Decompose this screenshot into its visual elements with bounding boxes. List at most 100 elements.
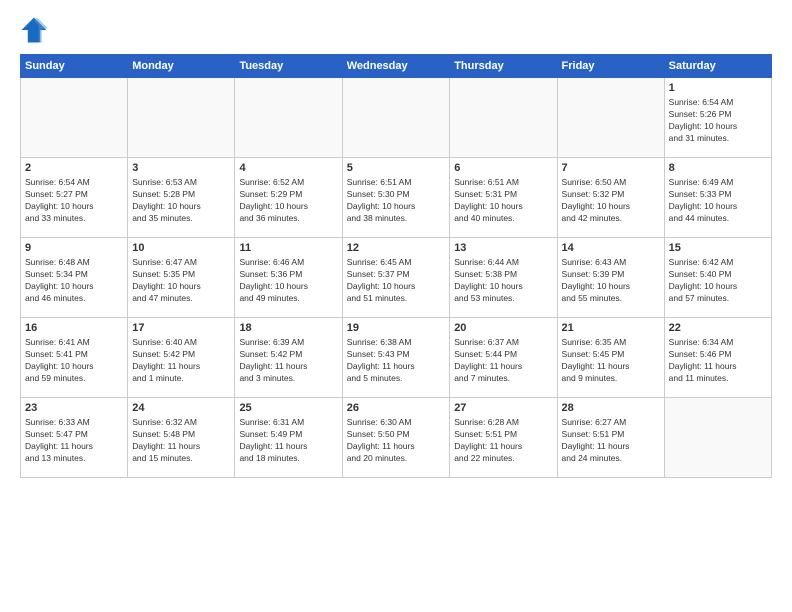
day-info: Sunrise: 6:32 AM Sunset: 5:48 PM Dayligh… bbox=[132, 417, 230, 465]
day-info: Sunrise: 6:53 AM Sunset: 5:28 PM Dayligh… bbox=[132, 177, 230, 225]
day-info: Sunrise: 6:34 AM Sunset: 5:46 PM Dayligh… bbox=[669, 337, 767, 385]
header bbox=[20, 16, 772, 44]
day-number: 16 bbox=[25, 321, 123, 336]
calendar-cell bbox=[21, 78, 128, 158]
day-info: Sunrise: 6:51 AM Sunset: 5:31 PM Dayligh… bbox=[454, 177, 552, 225]
day-number: 7 bbox=[562, 161, 660, 176]
calendar-week-row: 2Sunrise: 6:54 AM Sunset: 5:27 PM Daylig… bbox=[21, 158, 772, 238]
day-number: 4 bbox=[239, 161, 337, 176]
day-info: Sunrise: 6:54 AM Sunset: 5:26 PM Dayligh… bbox=[669, 97, 767, 145]
calendar-cell: 1Sunrise: 6:54 AM Sunset: 5:26 PM Daylig… bbox=[664, 78, 771, 158]
day-number: 27 bbox=[454, 401, 552, 416]
day-info: Sunrise: 6:50 AM Sunset: 5:32 PM Dayligh… bbox=[562, 177, 660, 225]
day-number: 20 bbox=[454, 321, 552, 336]
day-info: Sunrise: 6:39 AM Sunset: 5:42 PM Dayligh… bbox=[239, 337, 337, 385]
day-info: Sunrise: 6:48 AM Sunset: 5:34 PM Dayligh… bbox=[25, 257, 123, 305]
day-number: 25 bbox=[239, 401, 337, 416]
calendar-cell: 19Sunrise: 6:38 AM Sunset: 5:43 PM Dayli… bbox=[342, 318, 449, 398]
day-number: 28 bbox=[562, 401, 660, 416]
day-info: Sunrise: 6:41 AM Sunset: 5:41 PM Dayligh… bbox=[25, 337, 123, 385]
day-info: Sunrise: 6:47 AM Sunset: 5:35 PM Dayligh… bbox=[132, 257, 230, 305]
day-info: Sunrise: 6:51 AM Sunset: 5:30 PM Dayligh… bbox=[347, 177, 445, 225]
calendar-cell: 22Sunrise: 6:34 AM Sunset: 5:46 PM Dayli… bbox=[664, 318, 771, 398]
calendar-cell: 9Sunrise: 6:48 AM Sunset: 5:34 PM Daylig… bbox=[21, 238, 128, 318]
calendar-cell: 2Sunrise: 6:54 AM Sunset: 5:27 PM Daylig… bbox=[21, 158, 128, 238]
calendar-week-row: 23Sunrise: 6:33 AM Sunset: 5:47 PM Dayli… bbox=[21, 398, 772, 478]
calendar-cell: 18Sunrise: 6:39 AM Sunset: 5:42 PM Dayli… bbox=[235, 318, 342, 398]
calendar-cell bbox=[664, 398, 771, 478]
calendar-cell: 25Sunrise: 6:31 AM Sunset: 5:49 PM Dayli… bbox=[235, 398, 342, 478]
calendar-cell bbox=[235, 78, 342, 158]
calendar-cell: 5Sunrise: 6:51 AM Sunset: 5:30 PM Daylig… bbox=[342, 158, 449, 238]
calendar-cell: 11Sunrise: 6:46 AM Sunset: 5:36 PM Dayli… bbox=[235, 238, 342, 318]
col-saturday: Saturday bbox=[664, 55, 771, 78]
day-number: 21 bbox=[562, 321, 660, 336]
day-number: 5 bbox=[347, 161, 445, 176]
day-number: 23 bbox=[25, 401, 123, 416]
day-number: 1 bbox=[669, 81, 767, 96]
logo-icon bbox=[20, 16, 48, 44]
calendar-cell: 13Sunrise: 6:44 AM Sunset: 5:38 PM Dayli… bbox=[450, 238, 557, 318]
calendar-cell: 6Sunrise: 6:51 AM Sunset: 5:31 PM Daylig… bbox=[450, 158, 557, 238]
day-info: Sunrise: 6:31 AM Sunset: 5:49 PM Dayligh… bbox=[239, 417, 337, 465]
day-number: 11 bbox=[239, 241, 337, 256]
calendar-cell: 4Sunrise: 6:52 AM Sunset: 5:29 PM Daylig… bbox=[235, 158, 342, 238]
calendar-cell: 28Sunrise: 6:27 AM Sunset: 5:51 PM Dayli… bbox=[557, 398, 664, 478]
col-sunday: Sunday bbox=[21, 55, 128, 78]
calendar-cell bbox=[342, 78, 449, 158]
day-info: Sunrise: 6:27 AM Sunset: 5:51 PM Dayligh… bbox=[562, 417, 660, 465]
day-number: 9 bbox=[25, 241, 123, 256]
day-number: 17 bbox=[132, 321, 230, 336]
col-monday: Monday bbox=[128, 55, 235, 78]
calendar-cell: 27Sunrise: 6:28 AM Sunset: 5:51 PM Dayli… bbox=[450, 398, 557, 478]
calendar-header-row: Sunday Monday Tuesday Wednesday Thursday… bbox=[21, 55, 772, 78]
day-number: 2 bbox=[25, 161, 123, 176]
day-info: Sunrise: 6:44 AM Sunset: 5:38 PM Dayligh… bbox=[454, 257, 552, 305]
calendar-cell: 10Sunrise: 6:47 AM Sunset: 5:35 PM Dayli… bbox=[128, 238, 235, 318]
calendar-week-row: 1Sunrise: 6:54 AM Sunset: 5:26 PM Daylig… bbox=[21, 78, 772, 158]
day-number: 14 bbox=[562, 241, 660, 256]
day-number: 26 bbox=[347, 401, 445, 416]
calendar-cell: 14Sunrise: 6:43 AM Sunset: 5:39 PM Dayli… bbox=[557, 238, 664, 318]
day-info: Sunrise: 6:46 AM Sunset: 5:36 PM Dayligh… bbox=[239, 257, 337, 305]
day-number: 10 bbox=[132, 241, 230, 256]
calendar-cell bbox=[557, 78, 664, 158]
day-info: Sunrise: 6:28 AM Sunset: 5:51 PM Dayligh… bbox=[454, 417, 552, 465]
calendar-cell: 3Sunrise: 6:53 AM Sunset: 5:28 PM Daylig… bbox=[128, 158, 235, 238]
calendar-cell: 15Sunrise: 6:42 AM Sunset: 5:40 PM Dayli… bbox=[664, 238, 771, 318]
calendar-cell: 23Sunrise: 6:33 AM Sunset: 5:47 PM Dayli… bbox=[21, 398, 128, 478]
day-number: 6 bbox=[454, 161, 552, 176]
day-info: Sunrise: 6:30 AM Sunset: 5:50 PM Dayligh… bbox=[347, 417, 445, 465]
day-info: Sunrise: 6:37 AM Sunset: 5:44 PM Dayligh… bbox=[454, 337, 552, 385]
calendar-cell: 26Sunrise: 6:30 AM Sunset: 5:50 PM Dayli… bbox=[342, 398, 449, 478]
calendar-cell: 24Sunrise: 6:32 AM Sunset: 5:48 PM Dayli… bbox=[128, 398, 235, 478]
day-number: 18 bbox=[239, 321, 337, 336]
day-number: 8 bbox=[669, 161, 767, 176]
calendar-cell: 20Sunrise: 6:37 AM Sunset: 5:44 PM Dayli… bbox=[450, 318, 557, 398]
calendar-cell: 16Sunrise: 6:41 AM Sunset: 5:41 PM Dayli… bbox=[21, 318, 128, 398]
calendar-cell bbox=[128, 78, 235, 158]
day-info: Sunrise: 6:40 AM Sunset: 5:42 PM Dayligh… bbox=[132, 337, 230, 385]
col-thursday: Thursday bbox=[450, 55, 557, 78]
day-info: Sunrise: 6:35 AM Sunset: 5:45 PM Dayligh… bbox=[562, 337, 660, 385]
calendar-cell: 7Sunrise: 6:50 AM Sunset: 5:32 PM Daylig… bbox=[557, 158, 664, 238]
day-number: 22 bbox=[669, 321, 767, 336]
page: Sunday Monday Tuesday Wednesday Thursday… bbox=[0, 0, 792, 612]
calendar-cell: 8Sunrise: 6:49 AM Sunset: 5:33 PM Daylig… bbox=[664, 158, 771, 238]
calendar-week-row: 9Sunrise: 6:48 AM Sunset: 5:34 PM Daylig… bbox=[21, 238, 772, 318]
calendar-cell: 21Sunrise: 6:35 AM Sunset: 5:45 PM Dayli… bbox=[557, 318, 664, 398]
day-number: 12 bbox=[347, 241, 445, 256]
day-info: Sunrise: 6:38 AM Sunset: 5:43 PM Dayligh… bbox=[347, 337, 445, 385]
day-number: 3 bbox=[132, 161, 230, 176]
day-number: 13 bbox=[454, 241, 552, 256]
day-info: Sunrise: 6:43 AM Sunset: 5:39 PM Dayligh… bbox=[562, 257, 660, 305]
calendar-week-row: 16Sunrise: 6:41 AM Sunset: 5:41 PM Dayli… bbox=[21, 318, 772, 398]
day-info: Sunrise: 6:52 AM Sunset: 5:29 PM Dayligh… bbox=[239, 177, 337, 225]
day-info: Sunrise: 6:33 AM Sunset: 5:47 PM Dayligh… bbox=[25, 417, 123, 465]
day-info: Sunrise: 6:45 AM Sunset: 5:37 PM Dayligh… bbox=[347, 257, 445, 305]
col-tuesday: Tuesday bbox=[235, 55, 342, 78]
day-info: Sunrise: 6:54 AM Sunset: 5:27 PM Dayligh… bbox=[25, 177, 123, 225]
day-number: 24 bbox=[132, 401, 230, 416]
calendar-cell: 17Sunrise: 6:40 AM Sunset: 5:42 PM Dayli… bbox=[128, 318, 235, 398]
day-number: 15 bbox=[669, 241, 767, 256]
